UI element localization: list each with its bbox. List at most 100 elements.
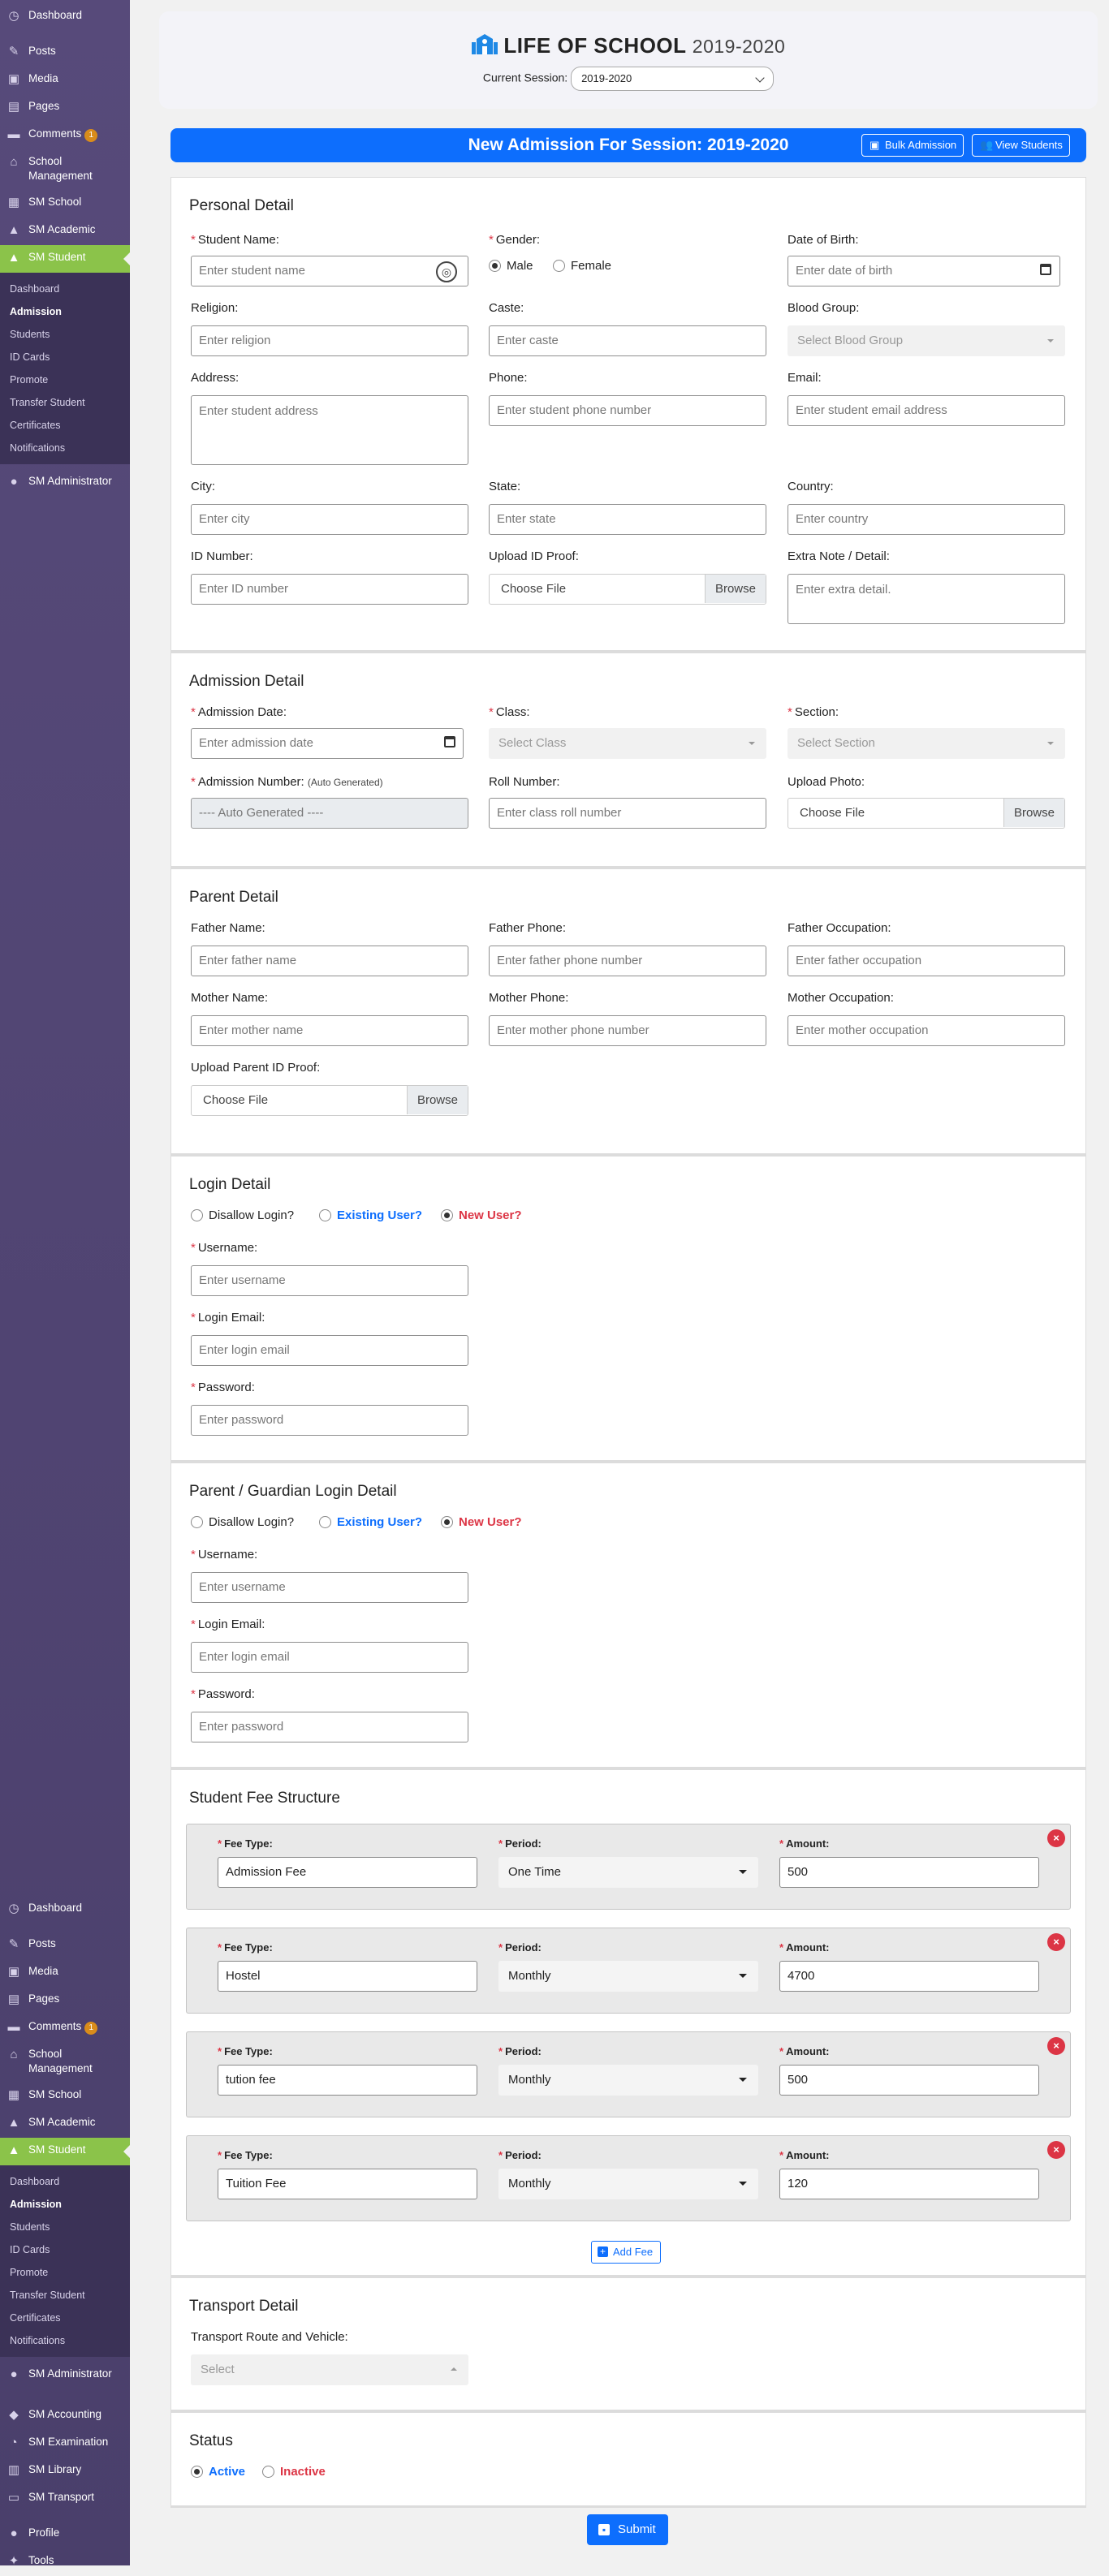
sidebar-item-sm-academic[interactable]: ▲ SM Academic: [0, 218, 130, 245]
mother-phone-input[interactable]: Enter mother phone number: [489, 1015, 766, 1046]
sidebar-item-posts[interactable]: ✎ Posts: [0, 39, 130, 67]
submit-button[interactable]: ▪ Submit: [587, 2514, 668, 2545]
phone-input[interactable]: Enter student phone number: [489, 395, 766, 426]
fee-period-select[interactable]: Monthly: [498, 2169, 758, 2199]
sidebar-item-school-management[interactable]: ⌂ School Management: [0, 2042, 130, 2083]
admission-date-input[interactable]: Enter admission date: [191, 728, 464, 759]
login-disallow-radio[interactable]: Disallow Login?: [191, 1208, 294, 1223]
fee-period-select[interactable]: Monthly: [498, 2065, 758, 2096]
bulk-admission-button[interactable]: ▣ Bulk Admission: [861, 134, 964, 157]
submenu-id-cards[interactable]: ID Cards: [0, 2238, 130, 2261]
note-textarea[interactable]: Enter extra detail.: [788, 574, 1065, 624]
username-input[interactable]: Enter username: [191, 1265, 468, 1296]
remove-fee-icon[interactable]: ×: [1047, 1933, 1065, 1951]
submenu-students[interactable]: Students: [0, 2216, 130, 2238]
guardian-login-email-input[interactable]: Enter login email: [191, 1642, 468, 1673]
sidebar-item-sm-accounting[interactable]: ◆ SM Accounting: [0, 2402, 130, 2430]
sidebar-item-dashboard[interactable]: ◷ Dashboard: [0, 3, 130, 31]
fee-type-input[interactable]: Admission Fee: [218, 1857, 477, 1888]
blood-group-select[interactable]: Select Blood Group: [788, 325, 1065, 356]
father-occupation-input[interactable]: Enter father occupation: [788, 946, 1065, 976]
browse-button[interactable]: Browse: [406, 1086, 468, 1114]
guardian-new-radio[interactable]: New User?: [441, 1515, 522, 1530]
father-phone-input[interactable]: Enter father phone number: [489, 946, 766, 976]
submenu-transfer-student[interactable]: Transfer Student: [0, 2284, 130, 2307]
submenu-notifications[interactable]: Notifications: [0, 437, 130, 459]
password-input[interactable]: Enter password: [191, 1405, 468, 1436]
submenu-admission[interactable]: Admission: [0, 300, 130, 323]
fingerprint-icon[interactable]: ◎: [436, 261, 457, 282]
login-new-radio[interactable]: New User?: [441, 1208, 522, 1223]
country-input[interactable]: Enter country: [788, 504, 1065, 535]
submenu-notifications[interactable]: Notifications: [0, 2329, 130, 2352]
sidebar-item-profile[interactable]: ● Profile: [0, 2521, 130, 2548]
sidebar-item-pages[interactable]: ▤ Pages: [0, 1987, 130, 2014]
submenu-certificates[interactable]: Certificates: [0, 2307, 130, 2329]
browse-button[interactable]: Browse: [1003, 799, 1064, 827]
fee-amount-input[interactable]: 120: [779, 2169, 1039, 2199]
submenu-certificates[interactable]: Certificates: [0, 414, 130, 437]
login-existing-radio[interactable]: Existing User?: [319, 1208, 422, 1223]
status-inactive-radio[interactable]: Inactive: [262, 2465, 326, 2479]
sidebar-item-sm-school[interactable]: ▦ SM School: [0, 190, 130, 218]
fee-amount-input[interactable]: 500: [779, 2065, 1039, 2096]
remove-fee-icon[interactable]: ×: [1047, 2141, 1065, 2159]
fee-period-select[interactable]: One Time: [498, 1857, 758, 1888]
mother-name-input[interactable]: Enter mother name: [191, 1015, 468, 1046]
sidebar-item-sm-academic[interactable]: ▲ SM Academic: [0, 2110, 130, 2138]
submenu-dashboard[interactable]: Dashboard: [0, 2170, 130, 2193]
upload-photo-file[interactable]: Choose File Browse: [788, 798, 1065, 829]
add-fee-button[interactable]: + Add Fee: [591, 2241, 662, 2264]
fee-type-input[interactable]: Tuition Fee: [218, 2169, 477, 2199]
sidebar-item-pages[interactable]: ▤ Pages: [0, 94, 130, 122]
sidebar-item-sm-school[interactable]: ▦ SM School: [0, 2083, 130, 2110]
submenu-transfer-student[interactable]: Transfer Student: [0, 391, 130, 414]
gender-female-radio[interactable]: Female: [553, 259, 611, 274]
sidebar-item-school-management[interactable]: ⌂ School Management: [0, 149, 130, 190]
fee-type-input[interactable]: Hostel: [218, 1961, 477, 1992]
section-select[interactable]: Select Section: [788, 728, 1065, 759]
father-name-input[interactable]: Enter father name: [191, 946, 468, 976]
sidebar-item-sm-student[interactable]: ▲ SM Student: [0, 2138, 130, 2165]
status-active-radio[interactable]: Active: [191, 2465, 245, 2479]
student-name-input[interactable]: Enter student name: [191, 256, 468, 286]
session-select[interactable]: 2019-2020: [571, 67, 775, 91]
sidebar-item-sm-administrator[interactable]: ● SM Administrator: [0, 2362, 130, 2402]
view-students-button[interactable]: 👥 View Students: [972, 134, 1070, 157]
remove-fee-icon[interactable]: ×: [1047, 2037, 1065, 2055]
sidebar-item-sm-library[interactable]: ▥ SM Library: [0, 2458, 130, 2485]
religion-input[interactable]: Enter religion: [191, 325, 468, 356]
submenu-students[interactable]: Students: [0, 323, 130, 346]
guardian-password-input[interactable]: Enter password: [191, 1712, 468, 1742]
transport-select[interactable]: Select: [191, 2354, 468, 2385]
submenu-admission[interactable]: Admission: [0, 2193, 130, 2216]
sidebar-item-comments[interactable]: ▬ Comments 1: [0, 122, 130, 149]
fee-type-input[interactable]: tution fee: [218, 2065, 477, 2096]
roll-number-input[interactable]: Enter class roll number: [489, 798, 766, 829]
sidebar-item-posts[interactable]: ✎ Posts: [0, 1932, 130, 1959]
mother-occupation-input[interactable]: Enter mother occupation: [788, 1015, 1065, 1046]
sidebar-item-comments[interactable]: ▬ Comments 1: [0, 2014, 130, 2042]
city-input[interactable]: Enter city: [191, 504, 468, 535]
login-email-input[interactable]: Enter login email: [191, 1335, 468, 1366]
address-textarea[interactable]: Enter student address: [191, 395, 468, 465]
fee-amount-input[interactable]: 500: [779, 1857, 1039, 1888]
gender-male-radio[interactable]: Male: [489, 259, 533, 274]
guardian-disallow-radio[interactable]: Disallow Login?: [191, 1515, 294, 1530]
parent-id-proof-file[interactable]: Choose File Browse: [191, 1085, 468, 1116]
sidebar-item-dashboard[interactable]: ◷ Dashboard: [0, 1896, 130, 1923]
sidebar-item-sm-examination[interactable]: ◔ SM Examination: [0, 2430, 130, 2458]
submenu-promote[interactable]: Promote: [0, 368, 130, 391]
id-number-input[interactable]: Enter ID number: [191, 574, 468, 605]
submenu-id-cards[interactable]: ID Cards: [0, 346, 130, 368]
sidebar-item-tools[interactable]: ✦ Tools: [0, 2548, 130, 2576]
class-select[interactable]: Select Class: [489, 728, 766, 759]
sidebar-item-media[interactable]: ▣ Media: [0, 1959, 130, 1987]
guardian-username-input[interactable]: Enter username: [191, 1572, 468, 1603]
fee-amount-input[interactable]: 4700: [779, 1961, 1039, 1992]
sidebar-item-media[interactable]: ▣ Media: [0, 67, 130, 94]
sidebar-item-sm-student[interactable]: ▲ SM Student: [0, 245, 130, 273]
dob-input[interactable]: Enter date of birth: [788, 256, 1060, 286]
email-input[interactable]: Enter student email address: [788, 395, 1065, 426]
submenu-promote[interactable]: Promote: [0, 2261, 130, 2284]
